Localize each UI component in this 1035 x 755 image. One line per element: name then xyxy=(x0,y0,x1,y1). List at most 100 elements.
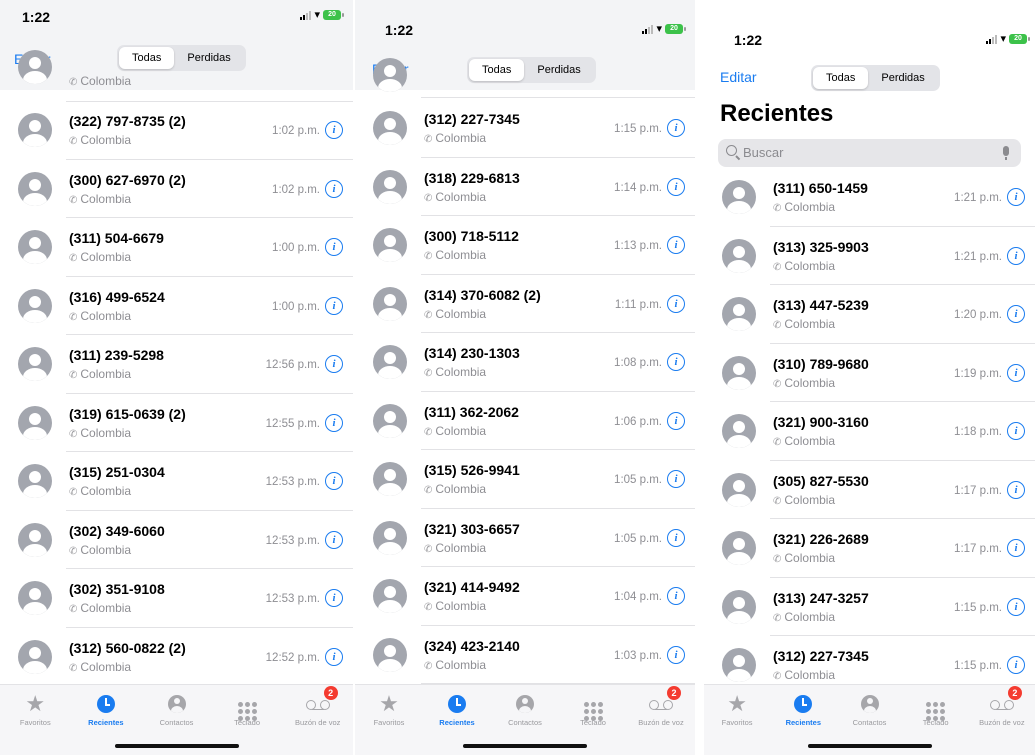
info-icon[interactable]: i xyxy=(325,179,343,198)
phone-number: (322) 797-8735 (2) xyxy=(69,113,186,129)
info-icon[interactable]: i xyxy=(1007,539,1025,557)
microphone-icon[interactable] xyxy=(1003,146,1009,160)
avatar xyxy=(373,637,407,672)
info-icon[interactable]: i xyxy=(1007,656,1025,674)
person-icon xyxy=(495,693,555,715)
avatar xyxy=(373,228,407,262)
tab-buz-n-de-voz[interactable]: 2 Buzón de voz xyxy=(631,686,691,727)
phone-icon: ✆ xyxy=(69,311,78,323)
segment-perdidas[interactable]: Perdidas xyxy=(524,59,593,81)
info-icon[interactable]: i xyxy=(325,238,343,256)
info-icon[interactable]: i xyxy=(325,530,343,549)
call-row[interactable]: (313) 325-9903 ✆ Colombia 1:21 p.m. i xyxy=(704,227,1035,285)
call-row[interactable]: (312) 560-0822 (2) ✆ Colombia 12:52 p.m. i xyxy=(0,628,353,686)
call-row[interactable]: (321) 414-9492 ✆ Colombia 1:04 p.m. i xyxy=(355,567,695,626)
call-row[interactable]: (300) 627-6970 (2) ✆ Colombia 1:02 p.m. i xyxy=(0,160,353,218)
call-row[interactable]: (300) 718-5112 ✆ Colombia 1:13 p.m. i xyxy=(355,216,695,275)
call-row[interactable]: (321) 303-6657 ✆ Colombia 1:05 p.m. i xyxy=(355,509,695,567)
phone-number: (311) 239-5298 xyxy=(69,347,164,363)
tab-contactos[interactable]: Contactos xyxy=(147,693,207,727)
info-icon[interactable]: i xyxy=(1007,246,1025,265)
list-item[interactable]: ✆ Colombia xyxy=(0,50,353,102)
call-row[interactable]: (305) 827-5530 ✆ Colombia 1:17 p.m. i xyxy=(704,461,1035,519)
call-time: 1:15 p.m. xyxy=(614,123,662,135)
info-icon[interactable]: i xyxy=(325,647,343,666)
tab-contactos[interactable]: Contactos xyxy=(495,693,555,727)
call-row[interactable]: (311) 650-1459 ✆ Colombia 1:21 p.m. i xyxy=(704,168,1035,227)
call-row[interactable]: (314) 370-6082 (2) ✆ Colombia 1:11 p.m. i xyxy=(355,275,695,333)
info-icon[interactable]: i xyxy=(325,472,343,490)
tab-teclado[interactable]: Teclado xyxy=(563,693,623,727)
info-icon[interactable]: i xyxy=(667,411,685,430)
call-row[interactable]: (312) 227-7345 ✆ Colombia 1:15 p.m. i xyxy=(355,99,695,158)
call-label: ✆ Colombia xyxy=(424,365,487,379)
call-time: 1:14 p.m. xyxy=(614,181,662,194)
info-icon[interactable]: i xyxy=(1007,188,1025,206)
info-icon[interactable]: i xyxy=(1007,422,1025,440)
tab-label: Buzón de voz xyxy=(638,718,684,727)
tab-buz-n-de-voz[interactable]: 2 Buzón de voz xyxy=(288,686,348,727)
info-icon[interactable]: i xyxy=(325,413,343,432)
call-row[interactable]: (310) 789-9680 ✆ Colombia 1:19 p.m. i xyxy=(704,344,1035,402)
call-row[interactable]: (313) 247-3257 ✆ Colombia 1:15 p.m. i xyxy=(704,578,1035,636)
tab-teclado[interactable]: Teclado xyxy=(217,693,277,727)
info-icon[interactable]: i xyxy=(667,236,685,254)
call-time: 1:06 p.m. xyxy=(614,415,662,428)
tab-label: Favoritos xyxy=(721,718,753,727)
info-icon[interactable]: i xyxy=(667,528,685,547)
tab-recientes[interactable]: Recientes xyxy=(773,693,833,727)
call-row[interactable]: (311) 239-5298 ✆ Colombia 12:56 p.m. i xyxy=(0,335,353,394)
call-row[interactable]: (315) 526-9941 ✆ Colombia 1:05 p.m. i xyxy=(355,450,695,509)
tab-favoritos[interactable]: ★ Favoritos xyxy=(707,693,767,728)
call-row[interactable]: (316) 499-6524 ✆ Colombia 1:00 p.m. i xyxy=(0,277,353,335)
search-field[interactable]: Buscar xyxy=(718,139,1021,167)
call-row[interactable]: (321) 900-3160 ✆ Colombia 1:18 p.m. i xyxy=(704,402,1035,461)
segment-todas[interactable]: Todas xyxy=(119,47,175,69)
call-row[interactable]: (319) 615-0639 (2) ✆ Colombia 12:55 p.m. i xyxy=(0,394,353,452)
call-row[interactable]: (315) 251-0304 ✆ Colombia 12:53 p.m. i xyxy=(0,452,353,511)
phone-number: (311) 504-6679 xyxy=(69,230,164,246)
edit-button[interactable]: Editar xyxy=(720,69,757,85)
tab-buz-n-de-voz[interactable]: 2 Buzón de voz xyxy=(972,686,1032,727)
call-row[interactable]: (313) 447-5239 ✆ Colombia 1:20 p.m. i xyxy=(704,285,1035,344)
info-icon[interactable]: i xyxy=(1007,363,1025,382)
info-icon[interactable]: i xyxy=(1007,480,1025,499)
tab-favoritos[interactable]: ★ Favoritos xyxy=(5,693,65,728)
info-icon[interactable]: i xyxy=(667,294,685,313)
tab-favoritos[interactable]: ★ Favoritos xyxy=(359,693,419,728)
segment-perdidas[interactable]: Perdidas xyxy=(174,47,243,69)
call-time: 1:04 p.m. xyxy=(614,591,662,603)
call-row[interactable]: (302) 351-9108 ✆ Colombia 12:53 p.m. i xyxy=(0,569,353,628)
info-icon[interactable]: i xyxy=(667,177,685,196)
phone-icon: ✆ xyxy=(69,370,78,381)
call-row[interactable]: (314) 230-1303 ✆ Colombia 1:08 p.m. i xyxy=(355,333,695,392)
tab-teclado[interactable]: Teclado xyxy=(906,693,966,727)
tab-contactos[interactable]: Contactos xyxy=(840,693,900,727)
call-row[interactable]: (322) 797-8735 (2) ✆ Colombia 1:02 p.m. i xyxy=(0,101,353,160)
info-icon[interactable]: i xyxy=(667,587,685,605)
info-icon[interactable]: i xyxy=(325,121,343,139)
tab-recientes[interactable]: Recientes xyxy=(76,693,136,727)
info-icon[interactable]: i xyxy=(325,589,343,607)
segment-todas[interactable]: Todas xyxy=(469,59,525,81)
info-icon[interactable]: i xyxy=(325,296,343,315)
info-icon[interactable]: i xyxy=(1007,305,1025,323)
info-icon[interactable]: i xyxy=(667,353,685,371)
info-icon[interactable]: i xyxy=(325,355,343,373)
tab-recientes[interactable]: Recientes xyxy=(427,693,487,727)
call-row[interactable]: (318) 229-6813 ✆ Colombia 1:14 p.m. i xyxy=(355,158,695,216)
call-row[interactable]: (324) 423-2140 ✆ Colombia 1:03 p.m. i xyxy=(355,626,695,684)
list-item[interactable] xyxy=(355,58,695,98)
info-icon[interactable]: i xyxy=(667,645,685,664)
call-row[interactable]: (311) 362-2062 ✆ Colombia 1:06 p.m. i xyxy=(355,392,695,450)
segment-todas[interactable]: Todas xyxy=(813,67,869,89)
phone-screen-2: 1:22 ▾ 20 Editar Todas Perdidas (312) 22… xyxy=(355,0,695,755)
avatar xyxy=(722,180,756,214)
info-icon[interactable]: i xyxy=(667,119,685,137)
info-icon[interactable]: i xyxy=(667,470,685,488)
call-row[interactable]: (311) 504-6679 ✆ Colombia 1:00 p.m. i xyxy=(0,218,353,277)
call-row[interactable]: (302) 349-6060 ✆ Colombia 12:53 p.m. i xyxy=(0,511,353,569)
info-icon[interactable]: i xyxy=(1007,597,1025,616)
segment-perdidas[interactable]: Perdidas xyxy=(868,67,937,89)
call-row[interactable]: (321) 226-2689 ✆ Colombia 1:17 p.m. i xyxy=(704,519,1035,578)
